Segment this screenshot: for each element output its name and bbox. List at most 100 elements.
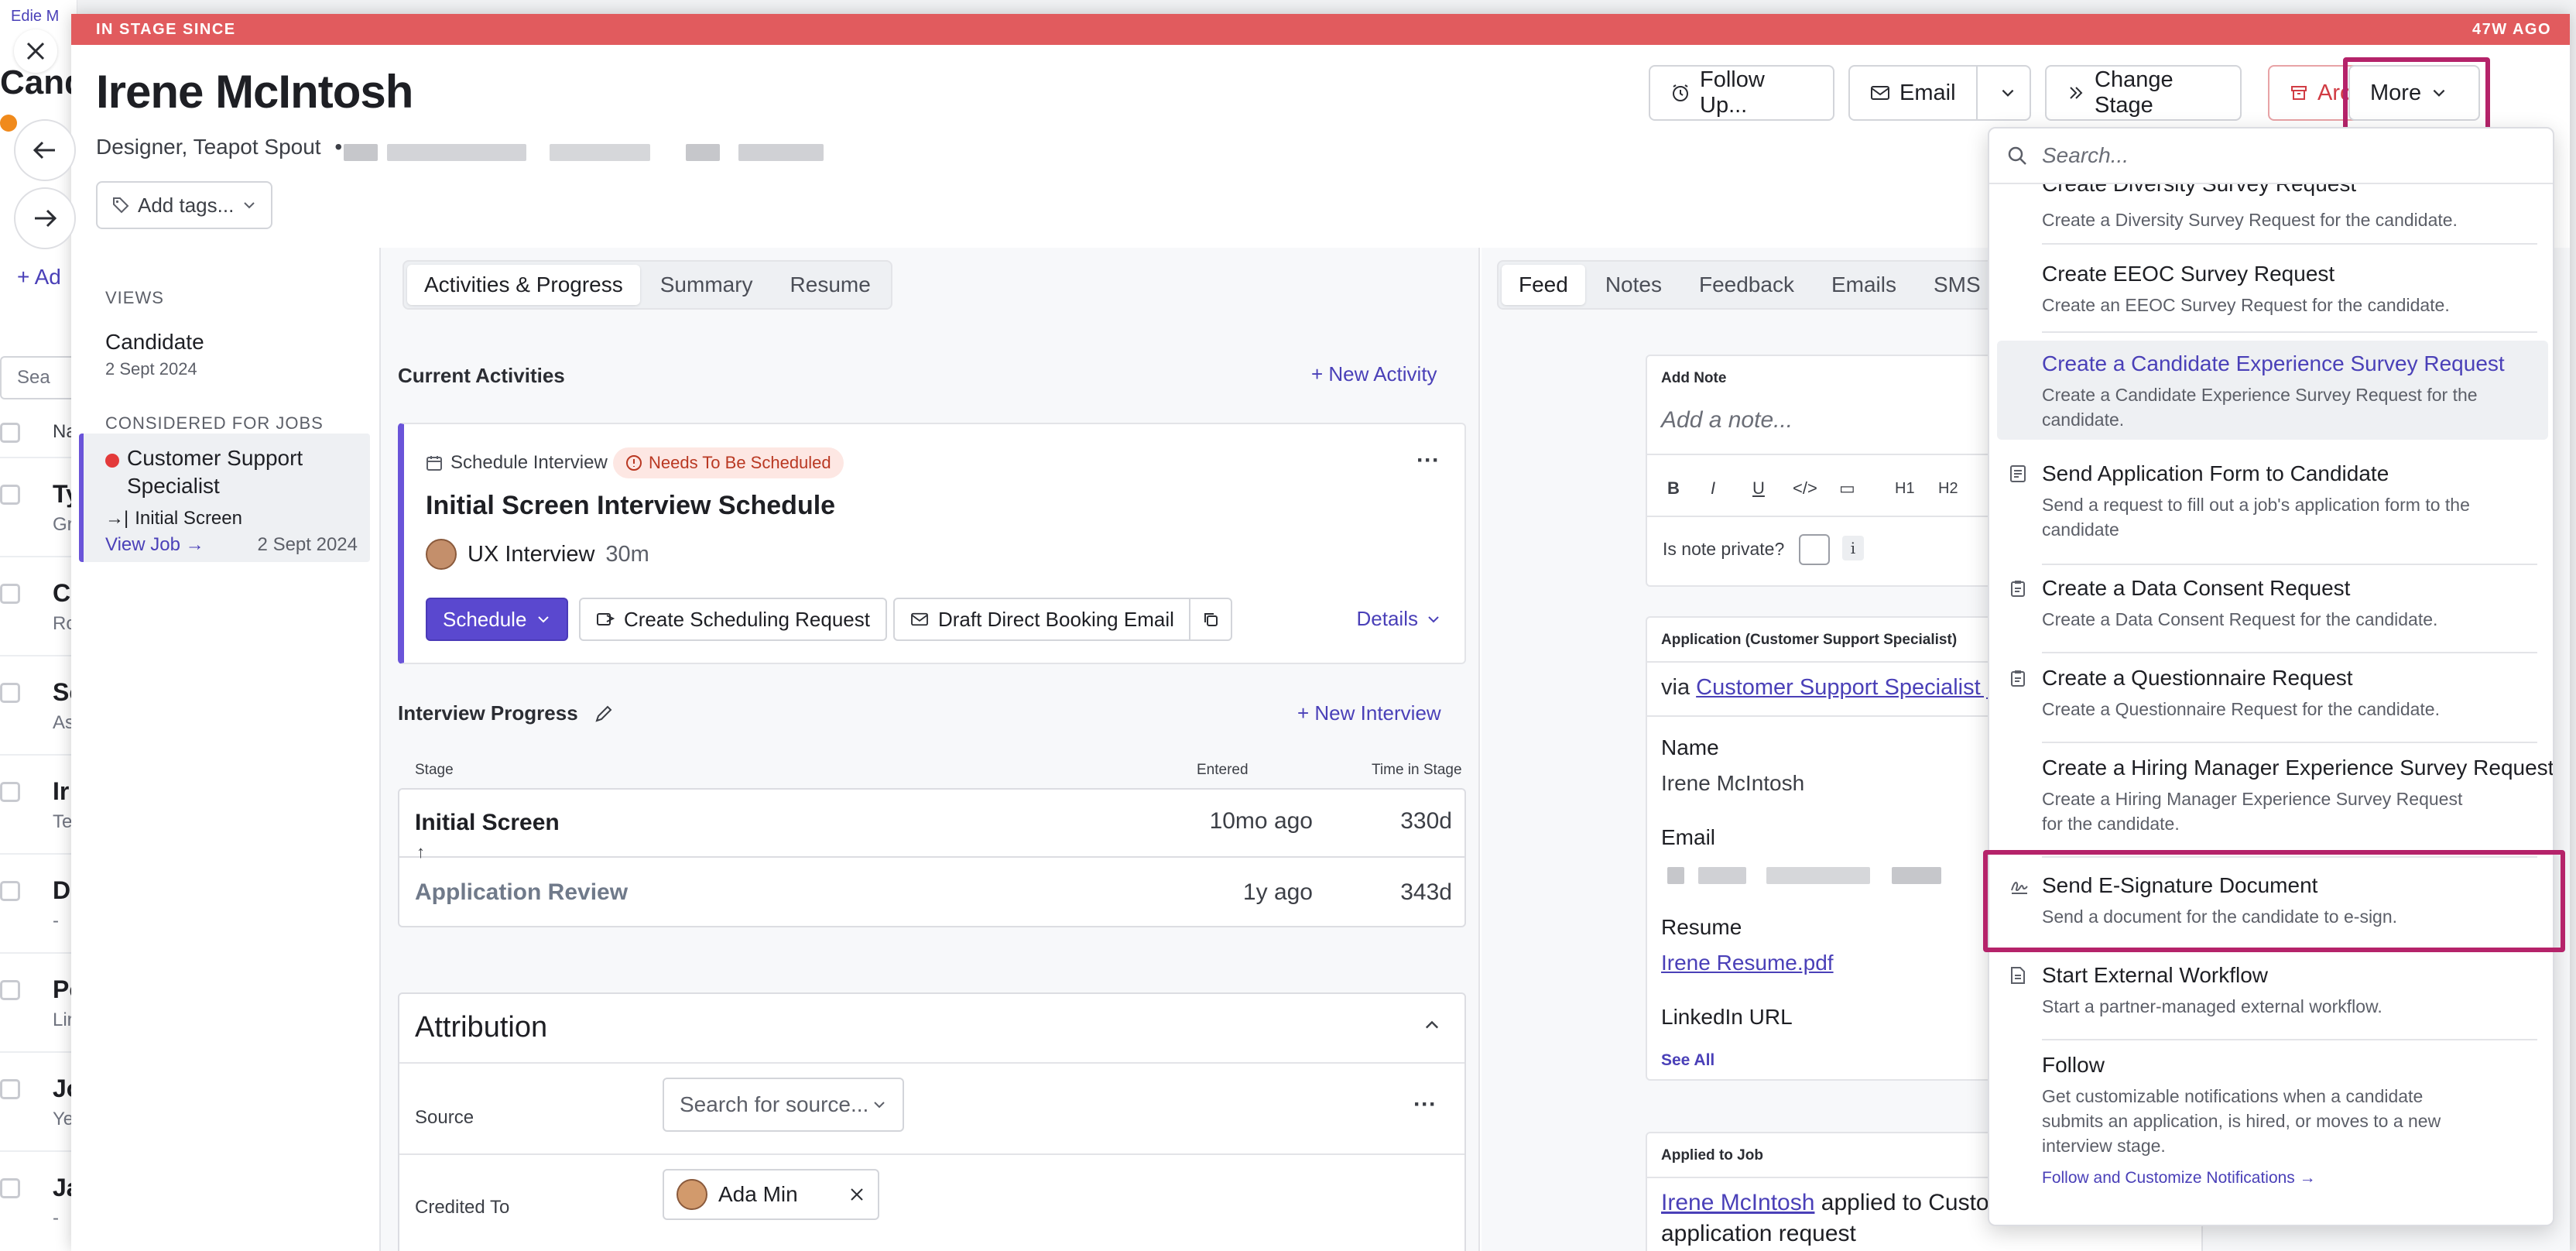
draft-booking-email-button[interactable]: Draft Direct Booking Email: [893, 598, 1191, 641]
previous-candidate-button[interactable]: [14, 119, 76, 181]
background-row[interactable]: C Ro: [0, 556, 77, 655]
stage-name: Initial Screen: [415, 810, 560, 835]
chevron-up-icon[interactable]: [1423, 1016, 1441, 1034]
embed-button[interactable]: ▭: [1839, 478, 1855, 499]
views-pane: VIEWS Candidate 2 Sept 2024 CONSIDERED F…: [71, 248, 381, 1251]
info-icon[interactable]: i: [1842, 536, 1864, 560]
row-checkbox[interactable]: [0, 782, 20, 802]
new-interview-button[interactable]: + New Interview: [1297, 701, 1441, 725]
attribution-more-button[interactable]: ···: [1413, 1092, 1437, 1118]
row-checkbox[interactable]: [0, 683, 20, 703]
row-checkbox[interactable]: [0, 485, 20, 505]
activity-more-button[interactable]: ···: [1416, 447, 1440, 474]
close-icon[interactable]: [848, 1186, 865, 1203]
background-row[interactable]: Ty Gr: [0, 457, 80, 556]
resume-link[interactable]: Irene Resume.pdf: [1661, 951, 1834, 975]
background-row[interactable]: Pe Lir: [0, 952, 83, 1051]
divider: [399, 1153, 1464, 1155]
schedule-button[interactable]: Schedule: [426, 598, 569, 641]
source-select[interactable]: Search for source...: [663, 1078, 904, 1132]
calendar-icon: [426, 454, 443, 471]
candidate-link[interactable]: Irene McIntosh: [1661, 1190, 1814, 1215]
clipboard-icon: [2009, 579, 2026, 598]
tab-summary[interactable]: Summary: [643, 265, 770, 305]
job-title: Customer Support Specialist: [127, 444, 303, 500]
tab-resume[interactable]: Resume: [773, 265, 888, 305]
table-row[interactable]: Initial Screen 10mo ago 330d ↑: [399, 790, 1464, 862]
private-checkbox[interactable]: [1799, 534, 1830, 565]
code-button[interactable]: </>: [1793, 478, 1817, 499]
menu-item-follow[interactable]: Follow Get customizable notifications wh…: [1989, 1053, 2553, 1215]
copy-icon: [1202, 611, 1219, 628]
menu-item-application-form[interactable]: Send Application Form to Candidate Send …: [1989, 461, 2553, 562]
menu-item-eeoc-survey[interactable]: Create EEOC Survey Request Create an EEO…: [1989, 262, 2553, 336]
job-link[interactable]: Customer Support Specialist job: [1696, 675, 2016, 700]
h2-button[interactable]: H2: [1938, 480, 1958, 498]
h1-button[interactable]: H1: [1895, 480, 1915, 498]
email-dropdown-toggle[interactable]: [1987, 67, 2030, 119]
follow-up-button[interactable]: Follow Up...: [1649, 65, 1834, 121]
details-toggle[interactable]: Details: [1357, 607, 1441, 631]
view-candidate[interactable]: Candidate: [105, 330, 204, 355]
menu-item-data-consent[interactable]: Create a Data Consent Request Create a D…: [1989, 576, 2553, 650]
tab-sms[interactable]: SMS: [1917, 265, 1998, 305]
credited-to-chip[interactable]: Ada Min: [663, 1169, 879, 1220]
interview-name: UX Interview: [468, 541, 595, 567]
background-add-link[interactable]: + Ad: [17, 265, 61, 290]
stage-entered: 1y ago: [1242, 879, 1313, 905]
background-top-link[interactable]: Edie M: [11, 8, 59, 26]
tab-activities[interactable]: Activities & Progress: [407, 265, 640, 305]
menu-item-external-workflow[interactable]: Start External Workflow Start a partner-…: [1989, 963, 2553, 1037]
copy-button[interactable]: [1189, 598, 1232, 641]
email-button[interactable]: Email: [1850, 67, 1978, 119]
double-chevron-right-icon: [2067, 84, 2085, 102]
background-row[interactable]: D -: [0, 853, 77, 952]
menu-item-diversity-survey[interactable]: Create Diversity Survey Request Create a…: [1989, 172, 2553, 249]
view-job-link[interactable]: View Job →: [105, 534, 204, 556]
row-checkbox[interactable]: [0, 1178, 20, 1198]
background-select-all[interactable]: [0, 423, 20, 443]
interview-info: UX Interview 30m: [426, 539, 649, 570]
row-checkbox[interactable]: [0, 980, 20, 1000]
menu-separator: [2042, 243, 2537, 245]
tab-emails[interactable]: Emails: [1814, 265, 1913, 305]
redacted-email: [1892, 867, 1941, 884]
menu-item-candidate-experience-survey[interactable]: Create a Candidate Experience Survey Req…: [1989, 341, 2553, 441]
tab-feed[interactable]: Feed: [1502, 265, 1585, 305]
stage-name: Application Review: [415, 879, 629, 905]
tab-feedback[interactable]: Feedback: [1682, 265, 1811, 305]
underline-button[interactable]: U: [1752, 478, 1765, 499]
menu-item-hiring-manager-survey[interactable]: Create a Hiring Manager Experience Surve…: [1989, 756, 2553, 856]
see-all-link[interactable]: See All: [1661, 1051, 1714, 1070]
table-row[interactable]: Application Review 1y ago 343d: [399, 858, 1464, 926]
background-row[interactable]: Sc As: [0, 655, 83, 754]
activity-card: Schedule Interview Needs To Be Scheduled…: [398, 423, 1466, 664]
background-row[interactable]: Jo Ye: [0, 1051, 81, 1150]
next-candidate-button[interactable]: [14, 187, 76, 249]
add-note-input[interactable]: Add a note...: [1661, 407, 1793, 434]
row-checkbox[interactable]: [0, 584, 20, 604]
tab-notes[interactable]: Notes: [1588, 265, 1679, 305]
stage-bar: IN STAGE SINCE 47W AGO: [71, 14, 2570, 45]
row-checkbox[interactable]: [0, 881, 20, 901]
background-row[interactable]: Ja -: [0, 1150, 80, 1249]
create-scheduling-request-button[interactable]: Create Scheduling Request: [579, 598, 887, 641]
considered-heading: CONSIDERED FOR JOBS: [105, 413, 324, 433]
menu-item-questionnaire[interactable]: Create a Questionnaire Request Create a …: [1989, 666, 2553, 740]
add-tags-button[interactable]: Add tags...: [96, 181, 273, 229]
follow-customize-link[interactable]: Follow and Customize Notifications →: [2042, 1169, 2316, 1188]
stage-time: 330d: [1400, 808, 1452, 834]
menu-separator: [2042, 652, 2537, 653]
change-stage-button[interactable]: Change Stage: [2045, 65, 2242, 121]
new-activity-button[interactable]: + New Activity: [1311, 362, 1437, 386]
name-value: Irene McIntosh: [1661, 771, 1805, 795]
bold-button[interactable]: B: [1667, 478, 1680, 499]
close-modal-button[interactable]: [14, 29, 57, 73]
row-sub: -: [53, 1208, 59, 1229]
row-checkbox[interactable]: [0, 1079, 20, 1099]
job-card[interactable]: Customer Support Specialist →| Initial S…: [79, 434, 370, 562]
background-row[interactable]: Ir Te: [0, 754, 77, 853]
pencil-icon[interactable]: [594, 704, 614, 724]
italic-button[interactable]: I: [1711, 478, 1715, 499]
background-search[interactable]: Sea: [0, 356, 77, 399]
